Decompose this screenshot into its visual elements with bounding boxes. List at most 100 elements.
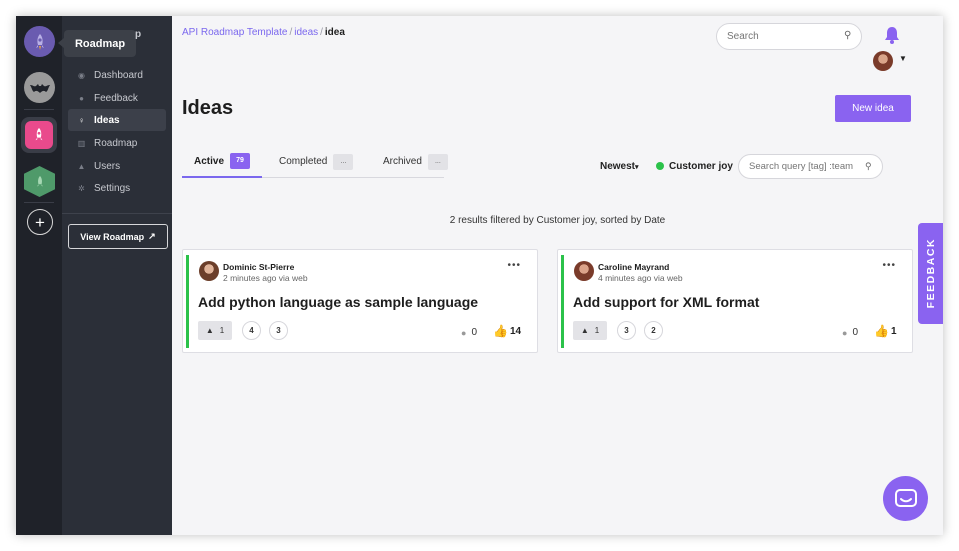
search-icon[interactable]: ⚲: [865, 161, 872, 172]
tab-archived[interactable]: Archived ...: [383, 146, 448, 177]
sidebar-item-dashboard[interactable]: ◉ Dashboard: [68, 64, 166, 86]
gear-icon: ✲: [78, 183, 85, 193]
main-content: API Roadmap Template/ideas/idea ⚲ ▼ Idea…: [172, 16, 943, 535]
results-summary: 2 results filtered by Customer joy, sort…: [449, 215, 666, 226]
users-count-value: 1: [219, 326, 225, 335]
search-icon[interactable]: ⚲: [844, 30, 851, 41]
sidebar-item-feedback[interactable]: ● Feedback: [68, 87, 166, 109]
votes-count[interactable]: 👍 14: [493, 324, 521, 338]
avatar: [199, 261, 219, 281]
score-badge[interactable]: 3: [269, 321, 288, 340]
votes-value: 14: [509, 325, 522, 337]
comment-icon: ●: [461, 327, 467, 338]
sidebar-item-label: Roadmap: [94, 137, 138, 149]
tab-active[interactable]: Active 79: [182, 146, 263, 178]
breadcrumb-separator: /: [320, 27, 323, 38]
breadcrumb-project-link[interactable]: API Roadmap Template: [182, 27, 287, 38]
chat-icon: [894, 488, 917, 507]
tooltip-tail-text: p: [135, 29, 142, 40]
feedback-side-tab[interactable]: FEEDBACK: [918, 223, 943, 324]
thumbs-up-icon: 👍: [493, 324, 508, 338]
status-bar: [186, 255, 189, 348]
comments-count[interactable]: ● 0: [842, 327, 858, 338]
rail-divider: [24, 202, 54, 203]
tooltip-label: Roadmap: [74, 37, 126, 50]
tab-label: Completed: [279, 156, 328, 167]
tab-label: Archived: [383, 156, 422, 167]
chat-launcher-button[interactable]: [883, 476, 928, 521]
card-timestamp: 2 minutes ago via web: [223, 273, 308, 283]
roadmap-icon: ▥: [77, 138, 86, 148]
more-options-icon[interactable]: •••: [882, 260, 896, 271]
sidebar-divider: [62, 213, 172, 214]
sidebar: ◉ Dashboard ● Feedback ♀ Ideas ▥ Roadmap…: [62, 16, 172, 535]
sidebar-item-label: Ideas: [94, 114, 120, 126]
comments-value: 0: [471, 327, 477, 338]
user-icon: ▲: [205, 326, 214, 335]
feedback-tab-label: FEEDBACK: [924, 238, 937, 309]
plus-icon: +: [35, 212, 45, 232]
new-idea-button[interactable]: New idea: [835, 95, 911, 122]
card-author: Dominic St-Pierre: [223, 262, 295, 272]
caret-down-icon: ▾: [635, 164, 639, 171]
user-icon: ▲: [77, 161, 86, 171]
comments-count[interactable]: ● 0: [461, 327, 477, 338]
rail-divider: [24, 109, 54, 110]
workspace-active-icon[interactable]: [21, 117, 57, 153]
workspace-rocket-icon[interactable]: [24, 26, 55, 57]
sort-label: Newest: [600, 161, 636, 172]
roadmap-tooltip: Roadmap: [58, 30, 136, 57]
status-bar: [561, 255, 564, 348]
rocket-icon: [25, 121, 53, 149]
sidebar-item-roadmap[interactable]: ▥ Roadmap: [68, 132, 166, 154]
sidebar-item-label: Settings: [94, 182, 131, 194]
add-workspace-button[interactable]: +: [27, 209, 53, 235]
card-timestamp: 4 minutes ago via web: [598, 273, 683, 283]
score-badge[interactable]: 2: [644, 321, 663, 340]
tab-count-badge: ...: [333, 153, 354, 170]
chat-bubbles-icon: ●: [79, 93, 84, 103]
breadcrumb-current: idea: [324, 27, 345, 38]
breadcrumb-separator: /: [289, 27, 293, 38]
votes-count[interactable]: 👍 1: [874, 324, 897, 338]
lightbulb-icon: ♀: [78, 115, 85, 125]
view-roadmap-label: View Roadmap: [80, 231, 145, 242]
search-input[interactable]: [716, 23, 862, 50]
votes-value: 1: [890, 325, 897, 337]
users-count[interactable]: ▲ 1: [198, 321, 232, 340]
card-title[interactable]: Add python language as sample language: [198, 294, 478, 310]
breadcrumb: API Roadmap Template / ideas / idea: [182, 27, 345, 38]
view-roadmap-button[interactable]: View Roadmap ↗: [68, 224, 168, 249]
score-badge[interactable]: 4: [242, 321, 261, 340]
sidebar-item-label: Dashboard: [94, 69, 143, 81]
external-link-icon: ↗: [148, 231, 156, 241]
card-title[interactable]: Add support for XML format: [573, 294, 759, 310]
sidebar-item-settings[interactable]: ✲ Settings: [68, 177, 166, 199]
workspace-rail: +: [16, 16, 62, 535]
comments-value: 0: [852, 327, 858, 338]
thumbs-up-icon: 👍: [874, 324, 889, 338]
users-count[interactable]: ▲ 1: [573, 321, 607, 340]
bell-icon[interactable]: [884, 26, 900, 44]
sort-dropdown[interactable]: Newest▾: [600, 161, 639, 172]
idea-card[interactable]: Caroline Mayrand 4 minutes ago via web •…: [557, 249, 913, 353]
avatar: [574, 261, 594, 281]
user-avatar[interactable]: [873, 51, 893, 71]
more-options-icon[interactable]: •••: [507, 260, 521, 271]
app-window: + ◉ Dashboard ● Feedback ♀ Ideas ▥ Roadm…: [16, 16, 943, 535]
workspace-bat-icon[interactable]: [24, 72, 55, 103]
filter-dropdown[interactable]: Customer joy ▾: [669, 161, 743, 172]
tab-label: Active: [194, 155, 225, 167]
sidebar-item-ideas[interactable]: ♀ Ideas: [68, 109, 166, 131]
query-search-input[interactable]: [738, 154, 883, 179]
idea-card[interactable]: Dominic St-Pierre 2 minutes ago via web …: [182, 249, 538, 353]
sidebar-item-users[interactable]: ▲ Users: [68, 155, 166, 177]
tab-count-badge: ...: [427, 153, 448, 170]
tab-completed[interactable]: Completed ...: [279, 146, 354, 177]
status-dot-icon: [656, 162, 664, 170]
chevron-down-icon[interactable]: ▼: [899, 54, 907, 63]
workspace-hexagon-icon[interactable]: [24, 166, 55, 197]
score-badge[interactable]: 3: [617, 321, 636, 340]
sidebar-item-label: Feedback: [94, 92, 138, 104]
breadcrumb-ideas-link[interactable]: ideas: [294, 27, 318, 38]
